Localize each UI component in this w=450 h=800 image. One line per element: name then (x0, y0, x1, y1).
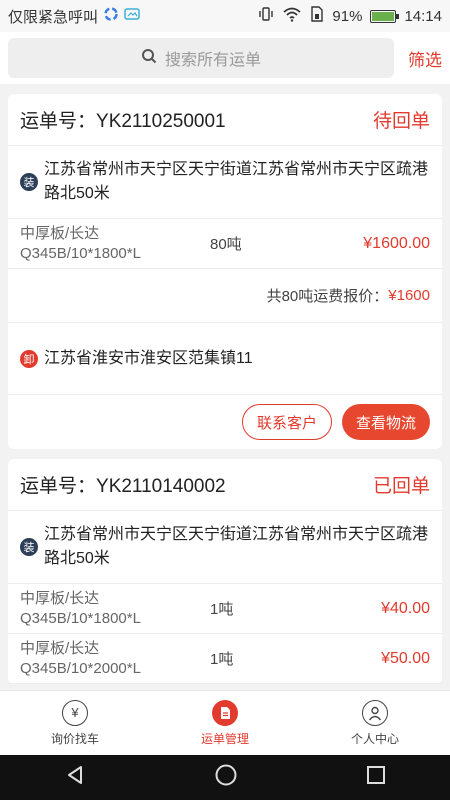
sim-icon (310, 6, 324, 26)
tab-label: 运单管理 (200, 731, 249, 746)
total-amount: ¥1600 (388, 287, 430, 304)
order-number-label: 运单号： (20, 476, 97, 497)
tab-profile[interactable]: 个人中心 (300, 691, 450, 755)
unload-address: 江苏省淮安市淮安区范集镇11 (44, 349, 253, 367)
app-notification-icon (104, 7, 118, 25)
filter-button[interactable]: 筛选 (408, 46, 442, 71)
clock: 14:14 (404, 7, 442, 25)
view-logistics-button[interactable]: 查看物流 (341, 404, 430, 440)
wifi-icon (282, 6, 302, 26)
order-actions: 联系客户 查看物流 (8, 395, 442, 449)
recents-icon[interactable] (366, 765, 386, 790)
search-icon (141, 48, 157, 69)
status-bar: 仅限紧急呼叫 91% 14:14 (0, 0, 450, 32)
unload-tag-icon: 卸 (20, 349, 38, 368)
search-input[interactable]: 搜索所有运单 (8, 38, 394, 78)
back-icon[interactable] (64, 764, 86, 791)
goods-price: ¥1600.00 (363, 234, 430, 252)
goods-spec: Q345B/10*1800*L (20, 609, 141, 627)
tab-label: 个人中心 (350, 731, 399, 746)
total-label: 共80吨运费报价： (266, 288, 389, 305)
goods-quantity: 80吨 (210, 236, 242, 253)
load-address: 江苏省常州市天宁区天宁街道江苏省常州市天宁区疏港路北50米 (44, 526, 429, 567)
load-address-row: 装 江苏省常州市天宁区天宁街道江苏省常州市天宁区疏港路北50米 (8, 511, 442, 584)
vibrate-icon (258, 6, 274, 26)
tab-label: 询价找车 (50, 731, 99, 746)
goods-price: ¥50.00 (381, 649, 430, 667)
status-notice: 仅限紧急呼叫 (8, 8, 99, 26)
yen-icon: ¥ (62, 699, 88, 726)
header: 搜索所有运单 筛选 (0, 32, 450, 84)
search-placeholder: 搜索所有运单 (164, 52, 261, 69)
goods-name: 中厚板/长达 (20, 224, 100, 242)
home-icon[interactable] (214, 763, 238, 792)
order-number-label: 运单号： (20, 111, 97, 132)
load-tag-icon: 装 (20, 173, 38, 191)
load-address: 江苏省常州市天宁区天宁街道江苏省常州市天宁区疏港路北50米 (44, 161, 429, 202)
goods-price: ¥40.00 (381, 599, 430, 617)
document-icon (212, 699, 238, 726)
goods-quantity: 1吨 (210, 651, 234, 668)
order-status: 待回单 (372, 111, 430, 132)
order-card-header: 运单号：YK2110250001 待回单 (8, 94, 442, 146)
bottom-tab-bar: ¥ 询价找车 运单管理 个人中心 (0, 690, 450, 755)
goods-row: 中厚板/长达 Q345B/10*2000*L 1吨 ¥50.00 (8, 634, 442, 684)
tab-order-management[interactable]: 运单管理 (150, 691, 300, 755)
order-list: 运单号：YK2110250001 待回单 装 江苏省常州市天宁区天宁街道江苏省常… (0, 84, 450, 690)
load-tag-icon: 装 (20, 538, 38, 556)
order-number: YK2110250001 (96, 111, 226, 132)
order-status: 已回单 (372, 476, 430, 497)
battery-icon (370, 9, 400, 23)
goods-spec: Q345B/10*2000*L (20, 659, 141, 677)
unload-address-row: 卸 江苏省淮安市淮安区范集镇11 (8, 323, 442, 395)
goods-row: 中厚板/长达 Q345B/10*1800*L 80吨 ¥1600.00 (8, 219, 442, 269)
tab-inquiry[interactable]: ¥ 询价找车 (0, 691, 150, 755)
goods-row: 中厚板/长达 Q345B/10*1800*L 1吨 ¥40.00 (8, 584, 442, 634)
order-card-header: 运单号：YK2110140002 已回单 (8, 459, 442, 511)
total-row: 共80吨运费报价： ¥1600 (8, 269, 442, 323)
order-card[interactable]: 运单号：YK2110140002 已回单 装 江苏省常州市天宁区天宁街道江苏省常… (8, 459, 442, 684)
goods-name: 中厚板/长达 (20, 639, 100, 657)
battery-percent: 91% (332, 7, 363, 25)
load-address-row: 装 江苏省常州市天宁区天宁街道江苏省常州市天宁区疏港路北50米 (8, 146, 442, 219)
goods-quantity: 1吨 (210, 601, 234, 618)
goods-spec: Q345B/10*1800*L (20, 244, 141, 262)
goods-name: 中厚板/长达 (20, 589, 100, 607)
system-nav-bar (0, 755, 450, 800)
contact-customer-button[interactable]: 联系客户 (241, 404, 332, 440)
order-card[interactable]: 运单号：YK2110250001 待回单 装 江苏省常州市天宁区天宁街道江苏省常… (8, 94, 442, 449)
order-number: YK2110140002 (96, 476, 226, 497)
person-icon (362, 699, 388, 726)
image-notification-icon (124, 7, 140, 25)
